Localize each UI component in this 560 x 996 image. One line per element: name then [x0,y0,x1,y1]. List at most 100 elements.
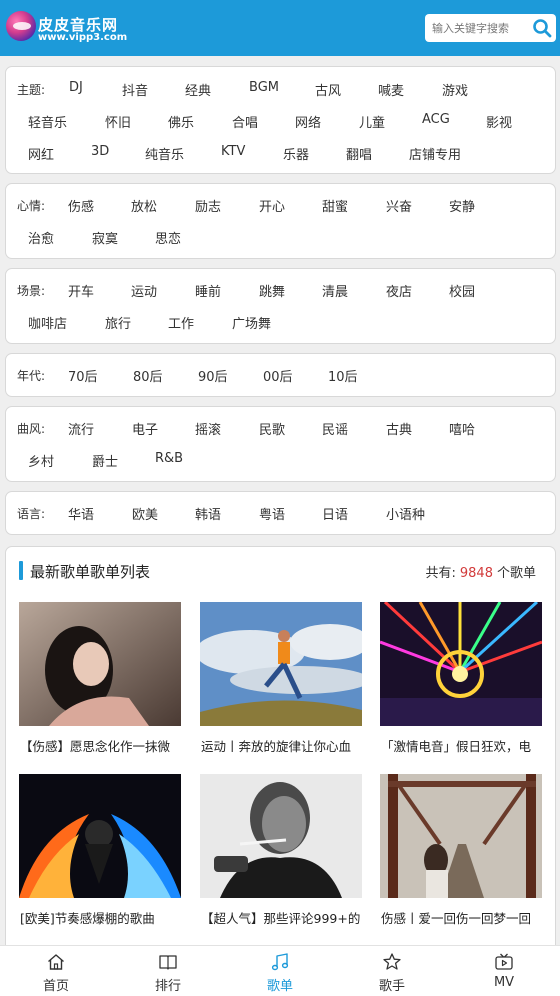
search-icon[interactable] [531,17,553,39]
filter-tag[interactable]: 广场舞 [232,313,271,332]
filter-tag[interactable]: 70后 [68,366,98,385]
filter-tag[interactable]: 治愈 [28,228,54,247]
filter-tag[interactable]: 合唱 [232,112,258,131]
playlist-cover[interactable] [19,774,181,898]
playlist-card[interactable]: 【超人气】那些评论999+的 [200,774,362,926]
filter-tag[interactable]: 校园 [449,281,475,300]
filter-tag[interactable]: 兴奋 [386,196,412,215]
filter-tag[interactable]: 游戏 [442,80,468,99]
filter-tag[interactable]: 乡村 [28,451,54,470]
filter-tag[interactable]: 运动 [131,281,157,300]
filter-tag[interactable]: DJ [69,80,83,95]
filter-tag[interactable]: 甜蜜 [322,196,348,215]
filter-tag[interactable]: 欧美 [132,504,158,523]
filter-tag[interactable]: BGM [249,80,279,95]
playlist-card[interactable]: [欧美]节奏感爆棚的歌曲 [19,774,181,926]
playlist-title[interactable]: 【超人气】那些评论999+的 [201,908,361,927]
filter-tag[interactable]: ACG [422,112,450,127]
filter-tag[interactable]: 开车 [68,281,94,300]
filter-tag[interactable]: 翻唱 [346,144,372,163]
playlist-cover[interactable] [380,602,542,726]
playlist-title[interactable]: 伤感丨爱一回伤一回梦一回 [381,908,541,927]
filter-tag[interactable]: 摇滚 [195,419,221,438]
filter-tag[interactable]: 旅行 [105,313,131,332]
filter-tag[interactable]: 励志 [195,196,221,215]
filter-tag[interactable]: 民歌 [259,419,285,438]
playlist-title[interactable]: 「激情电音」假日狂欢，电 [381,736,541,755]
nav-item-rank[interactable]: 排行 [112,946,224,996]
filter-tag[interactable]: 伤感 [68,196,94,215]
playlist-card[interactable]: 「激情电音」假日狂欢，电 [380,602,542,754]
filter-tag[interactable]: 流行 [68,419,94,438]
playlist-title[interactable]: [欧美]节奏感爆棚的歌曲 [20,908,180,927]
filter-tag[interactable]: 嘻哈 [449,419,475,438]
filter-tag[interactable]: 粤语 [259,504,285,523]
filter-tag[interactable]: 咖啡店 [28,313,67,332]
filter-tag[interactable]: 放松 [131,196,157,215]
filter-tag[interactable]: 工作 [168,313,194,332]
nav-label-playlist: 歌单 [266,979,293,994]
filter-tag[interactable]: 80后 [133,366,163,385]
filter-tag[interactable]: 3D [91,144,109,159]
filter-tag[interactable]: 华语 [68,504,94,523]
filter-tag[interactable]: 喊麦 [378,80,404,99]
filter-tag[interactable]: 网络 [295,112,321,131]
filter-tag[interactable]: 韩语 [195,504,221,523]
playlist-card[interactable]: 【伤感】愿思念化作一抹微 [19,602,181,754]
filter-tag[interactable]: 儿童 [359,112,385,131]
filter-tag[interactable]: 00后 [263,366,293,385]
filter-tag[interactable]: 爵士 [92,451,118,470]
filter-row: 曲风: 流行 电子 摇滚 民歌 民谣 古典 嘻哈 [6,416,557,440]
filter-tag[interactable]: 古风 [315,80,341,99]
site-url[interactable]: www.vipp3.com [38,32,127,43]
filter-tag[interactable]: KTV [221,144,245,159]
filter-tag[interactable]: R&B [155,451,183,466]
search-input[interactable] [425,14,528,42]
filter-tag[interactable]: 古典 [386,419,412,438]
filter-card-genre: 曲风: 流行 电子 摇滚 民歌 民谣 古典 嘻哈 乡村 爵士 R&B [5,406,556,482]
filter-tag[interactable]: 安静 [449,196,475,215]
playlist-cover[interactable] [380,774,542,898]
site-logo[interactable] [6,11,36,41]
filter-card-language: 语言: 华语 欧美 韩语 粤语 日语 小语种 [5,491,556,535]
nav-item-home[interactable]: 首页 [0,946,112,996]
nav-item-mv[interactable]: MV [448,946,560,996]
filter-tag[interactable]: 民谣 [322,419,348,438]
filter-tag[interactable]: 日语 [322,504,348,523]
playlist-cover[interactable] [19,602,181,726]
filter-tag[interactable]: 乐器 [283,144,309,163]
filter-tag[interactable]: 纯音乐 [145,144,184,163]
filter-tag[interactable]: 怀旧 [105,112,131,131]
filter-row: 网红 3D 纯音乐 KTV 乐器 翻唱 店铺专用 [6,141,557,165]
filter-tag[interactable]: 小语种 [386,504,425,523]
playlist-title[interactable]: 【伤感】愿思念化作一抹微 [20,736,180,755]
filter-tag[interactable]: 寂寞 [92,228,118,247]
filter-tag[interactable]: 经典 [185,80,211,99]
filter-tag[interactable]: 电子 [132,419,158,438]
filter-tag[interactable]: 轻音乐 [28,112,67,131]
filter-tag[interactable]: 佛乐 [168,112,194,131]
filter-tag[interactable]: 思恋 [155,228,181,247]
playlist-cover[interactable] [200,602,362,726]
filter-tag[interactable]: 跳舞 [259,281,285,300]
nav-item-playlist[interactable]: 歌单 [224,946,336,996]
filter-tag[interactable]: 抖音 [122,80,148,99]
nav-item-singer[interactable]: 歌手 [336,946,448,996]
filter-label-theme: 主题: [17,83,46,97]
playlist-cover[interactable] [200,774,362,898]
filter-tag[interactable]: 开心 [259,196,285,215]
filter-tag[interactable]: 店铺专用 [409,144,461,163]
filter-tag[interactable]: 90后 [198,366,228,385]
playlist-title[interactable]: 运动丨奔放的旋律让你心血 [201,736,361,755]
total-prefix: 共有: [425,566,456,581]
filter-tag[interactable]: 网红 [28,144,54,163]
playlist-card[interactable]: 伤感丨爱一回伤一回梦一回 [380,774,542,926]
filter-row: 主题: DJ 抖音 经典 BGM 古风 喊麦 游戏 [6,77,557,101]
star-icon [383,953,401,970]
filter-tag[interactable]: 清晨 [322,281,348,300]
filter-tag[interactable]: 影视 [486,112,512,131]
filter-tag[interactable]: 10后 [328,366,358,385]
filter-tag[interactable]: 睡前 [195,281,221,300]
filter-tag[interactable]: 夜店 [386,281,412,300]
playlist-card[interactable]: 运动丨奔放的旋律让你心血 [200,602,362,754]
